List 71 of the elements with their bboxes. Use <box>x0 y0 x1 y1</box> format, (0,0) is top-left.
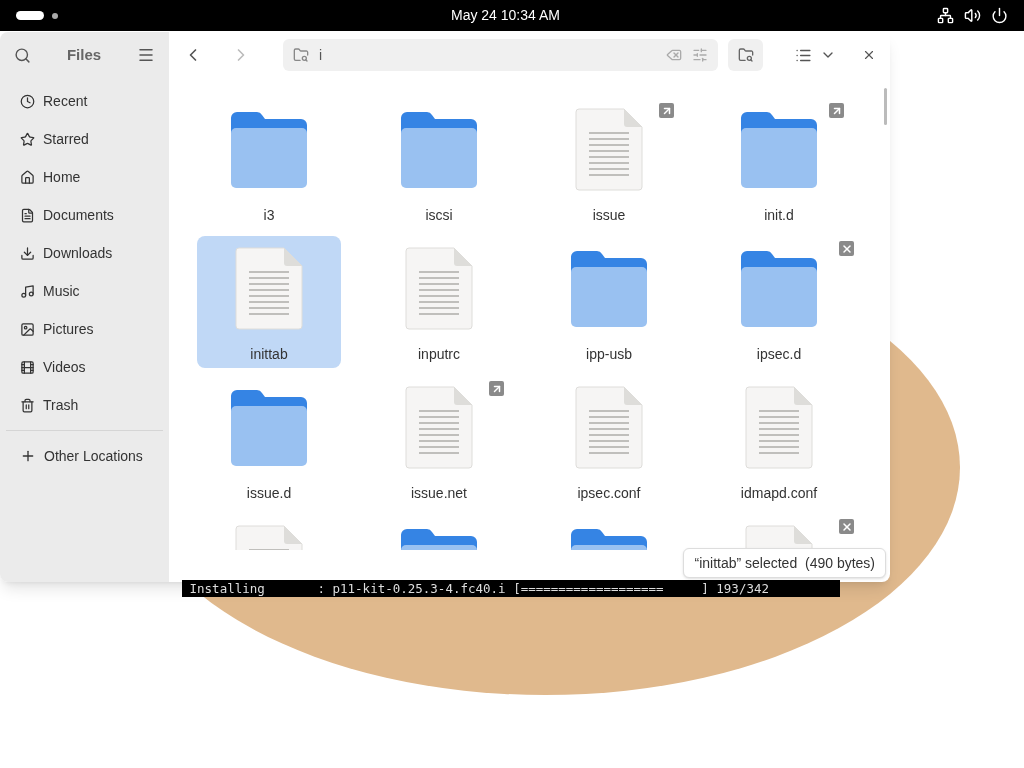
file-name: ipsec.d <box>756 345 802 364</box>
search-value: i <box>319 45 324 65</box>
file-name: issue <box>592 206 626 225</box>
file-name: issue.net <box>410 484 467 503</box>
clock[interactable]: May 24 10:34 AM <box>451 5 560 26</box>
download-icon <box>20 245 35 261</box>
sidebar-item[interactable]: Other Locations <box>6 437 163 475</box>
network-icon[interactable] <box>937 7 954 24</box>
sidebar-item[interactable]: Downloads <box>6 234 163 272</box>
sidebar-item[interactable]: Recent <box>6 82 163 120</box>
film-icon <box>20 359 35 375</box>
folder-icon <box>739 249 819 329</box>
document-icon <box>404 386 474 470</box>
file-item[interactable]: i3 <box>197 97 341 229</box>
menu-icon[interactable] <box>137 46 155 64</box>
sidebar-title: Files <box>65 44 103 65</box>
file-name: inittab <box>250 345 288 364</box>
document-icon <box>404 247 474 331</box>
sidebar-item[interactable]: Pictures <box>6 310 163 348</box>
sidebar-item[interactable]: Starred <box>6 120 163 158</box>
file-item[interactable]: issue.d <box>197 375 341 507</box>
file-item[interactable]: ipsec.conf <box>537 375 681 507</box>
scrollbar <box>884 88 887 125</box>
power-icon[interactable] <box>991 7 1008 24</box>
folder-search-icon <box>293 47 309 63</box>
clock-icon <box>20 93 35 109</box>
file-item[interactable]: issue <box>537 97 681 229</box>
sidebar-item[interactable]: Documents <box>6 196 163 234</box>
file-item[interactable]: ipsec.d <box>707 236 851 368</box>
activities-indicator[interactable] <box>16 11 44 20</box>
file-item[interactable]: inputrc <box>367 236 511 368</box>
close-icon[interactable] <box>862 48 876 62</box>
document-icon <box>234 247 304 331</box>
music-icon <box>20 283 35 299</box>
file-item[interactable]: init.d <box>707 97 851 229</box>
star-icon <box>20 131 35 147</box>
folder-search-icon <box>737 47 754 63</box>
file-item[interactable]: iscsi <box>367 97 511 229</box>
file-name: init.d <box>764 206 794 225</box>
sidebar-item[interactable]: Home <box>6 158 163 196</box>
folder-icon <box>739 110 819 190</box>
file-name: inputrc <box>418 345 460 364</box>
document-icon <box>744 386 814 470</box>
file-name: idmapd.conf <box>740 484 818 503</box>
document-icon <box>574 108 644 192</box>
home-icon <box>20 169 35 185</box>
file-item[interactable]: ipp-usb <box>537 236 681 368</box>
trash-icon <box>20 397 35 413</box>
file-name: i3 <box>263 206 275 225</box>
folder-icon <box>399 110 479 190</box>
file-item[interactable]: inittab <box>197 236 341 368</box>
document-icon <box>20 207 35 223</box>
search-icon[interactable] <box>14 46 31 64</box>
file-name: ipp-usb <box>586 345 632 364</box>
folder-icon <box>229 110 309 190</box>
file-name: ipsec.conf <box>577 484 641 503</box>
volume-icon[interactable] <box>964 7 981 24</box>
status-popup: “inittab” selected (490 bytes) <box>683 548 886 578</box>
folder-icon <box>229 388 309 468</box>
sidebar-item[interactable]: Trash <box>6 386 163 424</box>
search-location-button[interactable] <box>728 39 763 71</box>
sidebar-item[interactable]: Music <box>6 272 163 310</box>
file-item[interactable]: idmapd.conf <box>707 375 851 507</box>
picture-icon <box>20 321 35 337</box>
file-name: issue.d <box>246 484 292 503</box>
file-item[interactable]: issue.net <box>367 375 511 507</box>
sidebar-item[interactable]: Videos <box>6 348 163 386</box>
plus-icon <box>20 448 36 464</box>
document-icon <box>574 386 644 470</box>
file-name: iscsi <box>425 206 453 225</box>
folder-icon <box>569 249 649 329</box>
